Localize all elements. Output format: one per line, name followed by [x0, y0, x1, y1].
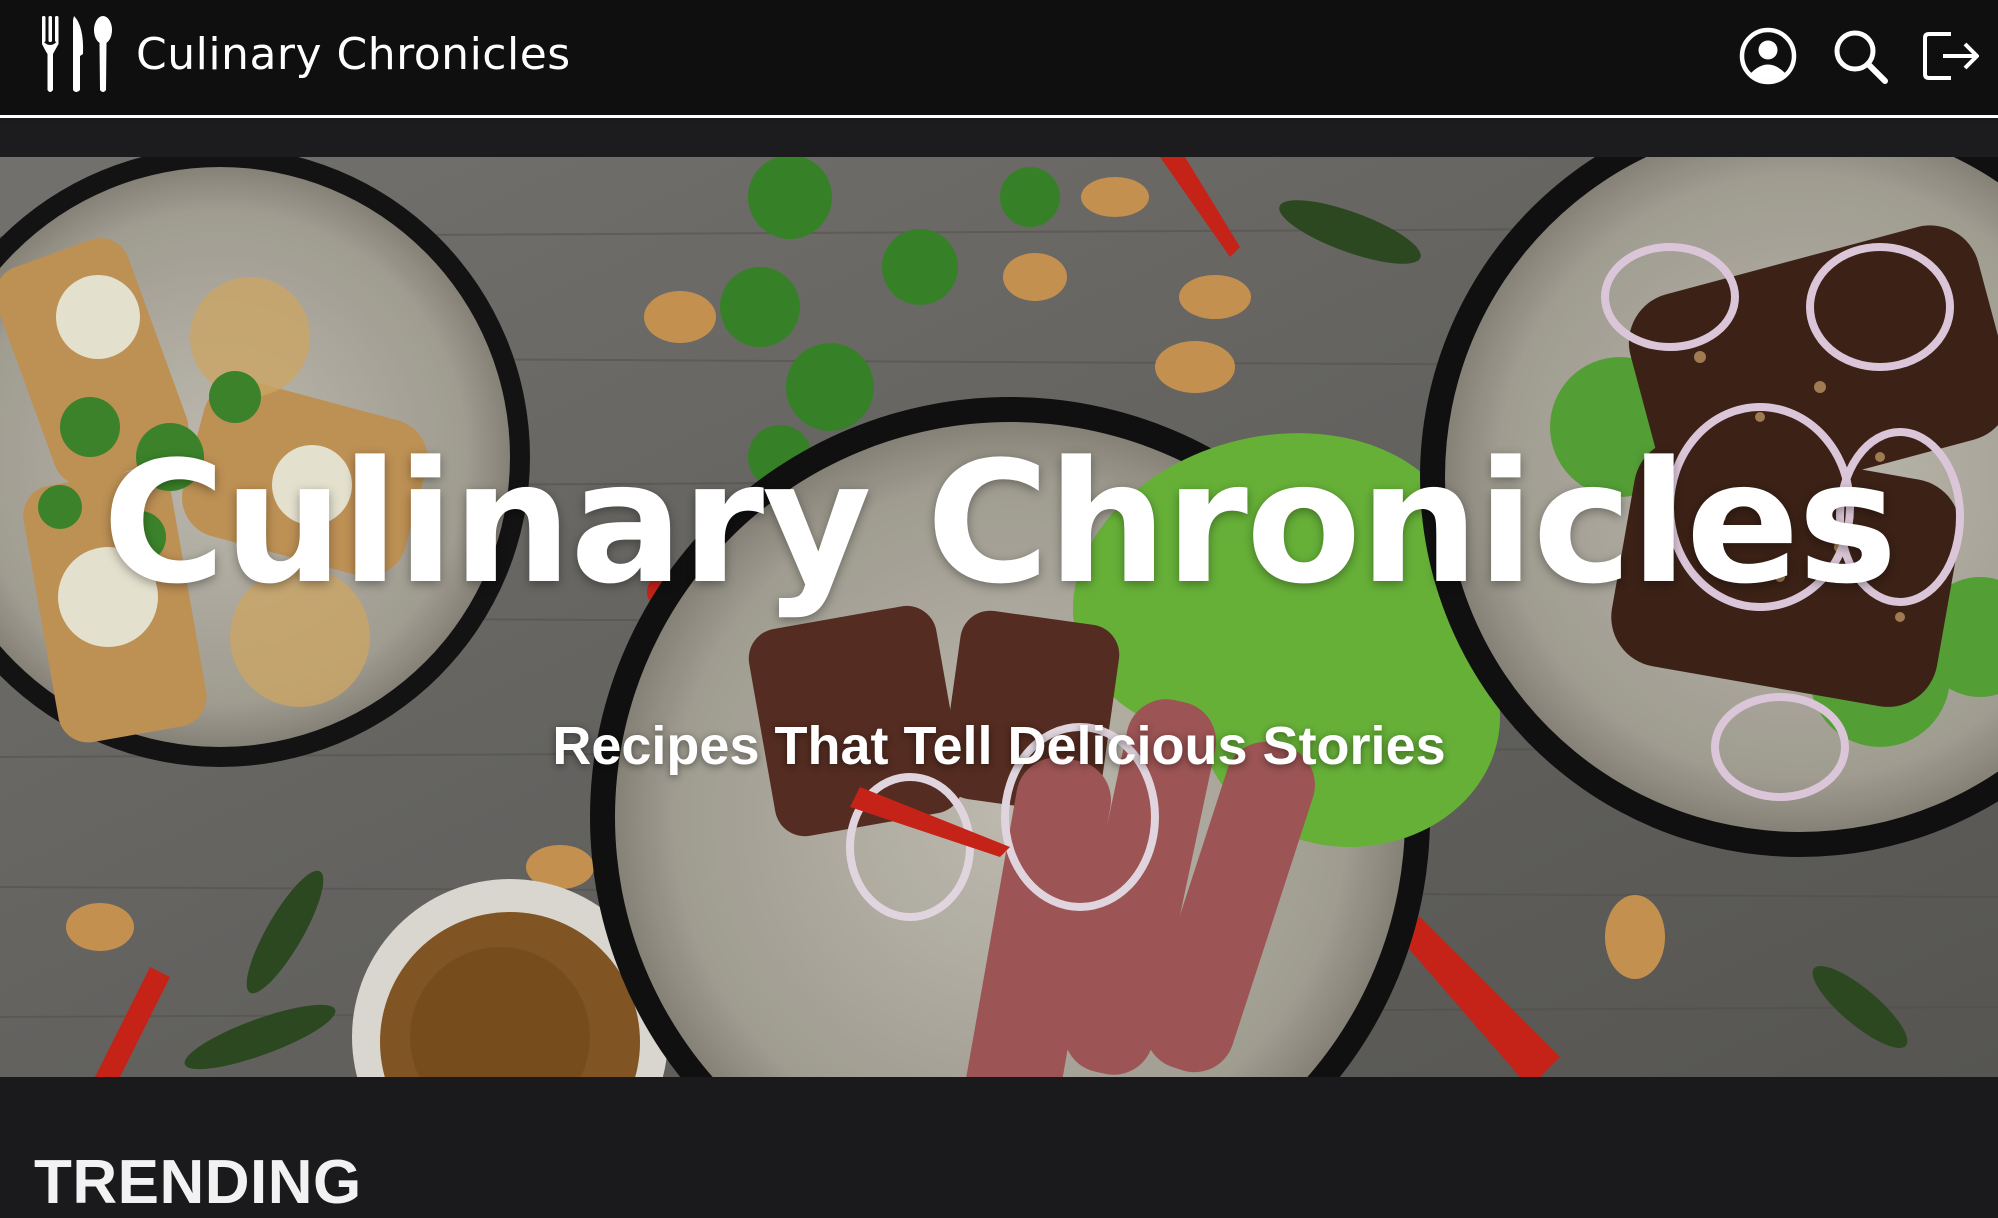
brand-name: Culinary Chronicles — [136, 28, 571, 80]
hero-banner: Culinary Chronicles Recipes That Tell De… — [0, 157, 1998, 1077]
account-button[interactable] — [1722, 22, 1814, 90]
search-button[interactable] — [1814, 22, 1906, 90]
top-navigation-bar: Culinary Chronicles — [0, 0, 1998, 118]
hero-subtitle: Recipes That Tell Delicious Stories — [552, 716, 1446, 776]
account-circle-icon — [1738, 26, 1798, 86]
header-actions — [1722, 22, 1998, 90]
logout-button[interactable] — [1906, 22, 1998, 90]
logout-icon — [1921, 28, 1983, 84]
utensils-icon — [38, 14, 116, 94]
trending-section: TRENDING — [0, 1077, 1998, 1217]
brand[interactable]: Culinary Chronicles — [38, 14, 571, 94]
hero-title: Culinary Chronicles — [102, 425, 1897, 621]
search-icon — [1830, 26, 1890, 86]
header-spacer — [0, 121, 1998, 157]
trending-heading: TRENDING — [34, 1148, 362, 1217]
